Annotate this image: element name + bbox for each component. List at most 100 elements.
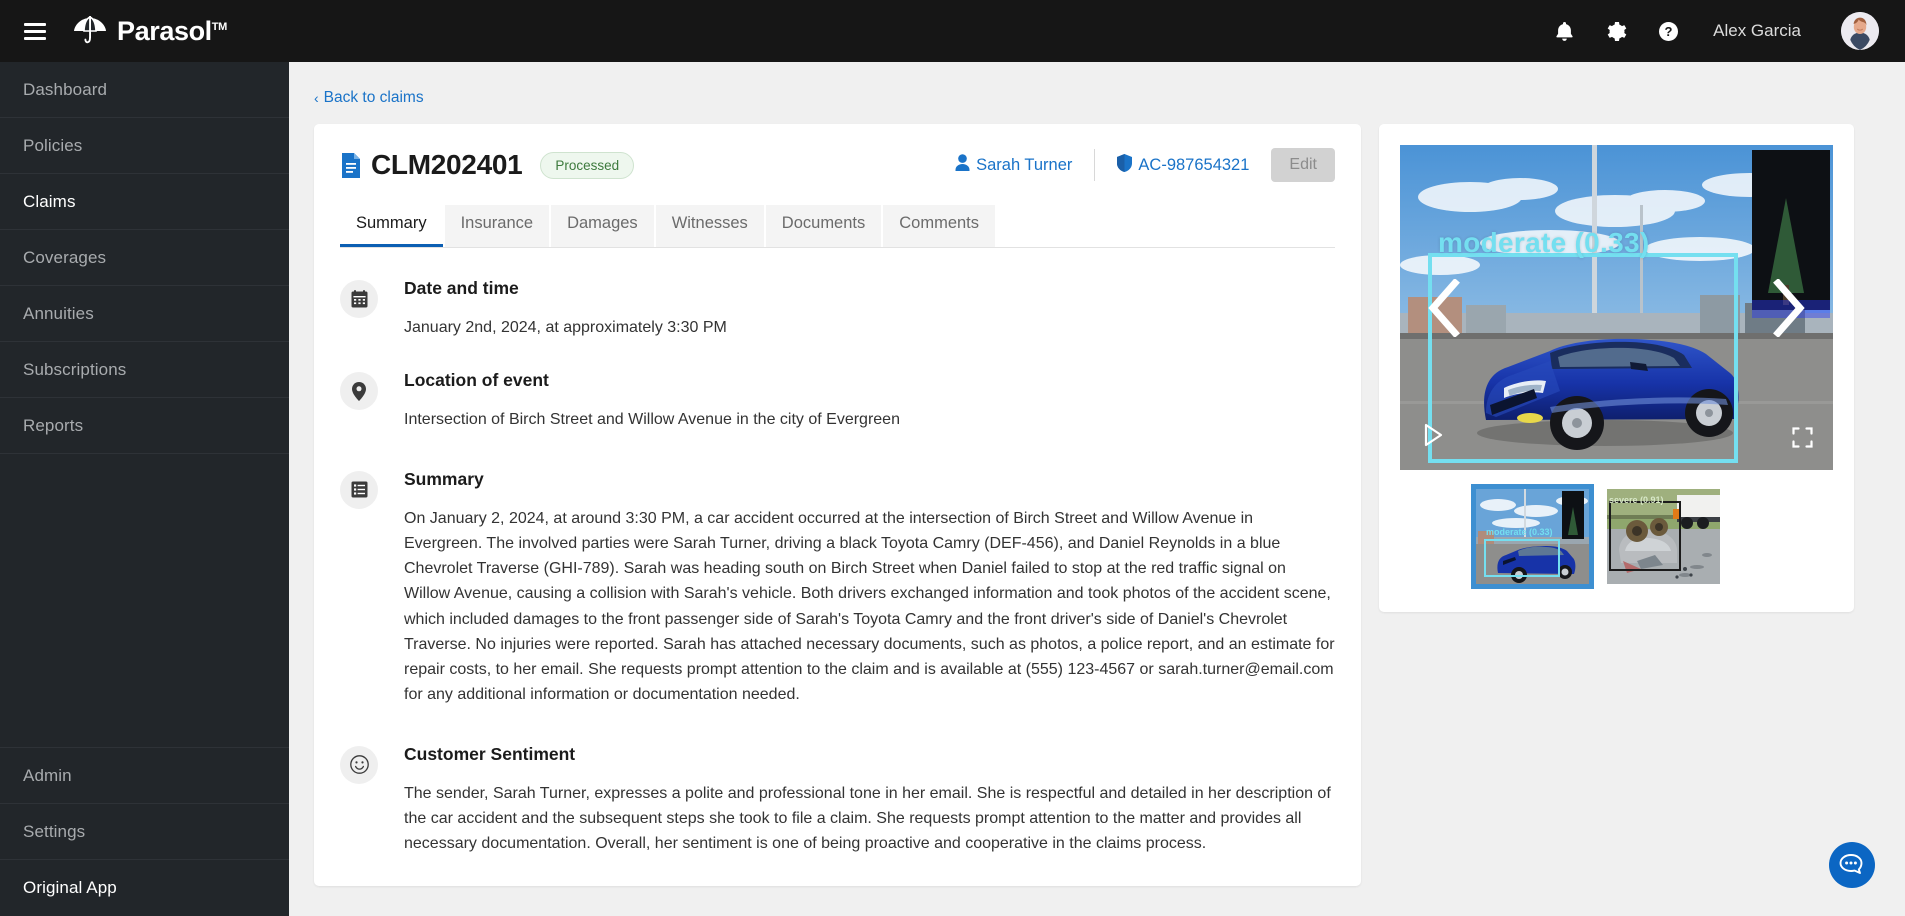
top-bar-actions: ? Alex Garcia <box>1553 12 1905 50</box>
policy-number: AC-987654321 <box>1138 155 1250 174</box>
content-row: CLM202401 Processed Sarah Turner AC-9876… <box>289 108 1905 887</box>
thumbnail-item[interactable]: severe (0.91) <box>1607 489 1720 584</box>
calendar-icon <box>340 280 378 318</box>
tab-damages[interactable]: Damages <box>551 205 654 247</box>
main-content: ‹ Back to claims CLM202401 Processed Sar… <box>289 62 1905 916</box>
image-viewer[interactable]: moderate (0.33) <box>1400 145 1833 470</box>
section-text: On January 2, 2024, at around 3:30 PM, a… <box>404 509 1335 704</box>
tab-summary[interactable]: Summary <box>340 205 443 247</box>
sidebar-item-label: Admin <box>23 765 72 785</box>
detection-bounding-box <box>1428 253 1738 463</box>
document-icon <box>340 152 362 179</box>
section-customer-sentiment: Customer Sentiment The sender, Sarah Tur… <box>340 744 1335 857</box>
question-circle-icon[interactable]: ? <box>1657 20 1679 42</box>
sidebar-item-settings[interactable]: Settings <box>0 804 289 860</box>
sidebar-item-label: Subscriptions <box>23 359 127 379</box>
sidebar-item-policies[interactable]: Policies <box>0 118 289 174</box>
map-pin-icon <box>340 372 378 411</box>
trademark-symbol: TM <box>211 20 227 33</box>
chevron-left-icon[interactable] <box>1422 277 1466 338</box>
thumbnail-item[interactable]: moderate (0.33) <box>1471 484 1594 589</box>
back-to-claims-link[interactable]: ‹ Back to claims <box>314 89 424 107</box>
header-divider <box>1094 149 1096 181</box>
section-title: Customer Sentiment <box>404 743 576 764</box>
thumbnail-bounding-box <box>1484 539 1560 577</box>
section-text: January 2nd, 2024, at approximately 3:30… <box>404 319 727 336</box>
edit-button[interactable]: Edit <box>1271 148 1335 182</box>
chevron-left-icon: ‹ <box>314 90 319 106</box>
sidebar-spacer <box>0 454 289 748</box>
list-icon <box>340 470 378 509</box>
back-link-label: Back to claims <box>323 89 424 106</box>
shield-icon <box>1117 153 1133 177</box>
section-text: The sender, Sarah Turner, expresses a po… <box>404 784 1331 853</box>
play-icon[interactable] <box>1424 423 1443 452</box>
sidebar-item-subscriptions[interactable]: Subscriptions <box>0 342 289 398</box>
section-location-of-event: Location of event Intersection of Birch … <box>340 370 1335 432</box>
bell-icon[interactable] <box>1553 20 1575 42</box>
sidebar-item-reports[interactable]: Reports <box>0 398 289 454</box>
section-title: Date and time <box>404 278 519 298</box>
brand-logo[interactable]: ParasolTM <box>72 14 227 48</box>
chevron-right-icon[interactable] <box>1767 277 1811 338</box>
claim-header: CLM202401 Processed Sarah Turner AC-9876… <box>340 148 1335 182</box>
brand-name: ParasolTM <box>117 15 227 46</box>
thumbnail-label: severe (0.91) <box>1609 495 1664 505</box>
body-container: Dashboard Policies Claims Coverages Annu… <box>0 62 1905 916</box>
section-title: Location of event <box>404 370 549 391</box>
gear-icon[interactable] <box>1605 20 1627 42</box>
tab-insurance[interactable]: Insurance <box>444 205 550 247</box>
thumbnail-strip: moderate (0.33) severe (0.91) <box>1400 484 1833 589</box>
claim-detail-card: CLM202401 Processed Sarah Turner AC-9876… <box>314 124 1361 887</box>
sidebar-item-label: Dashboard <box>23 79 108 99</box>
sidebar-item-annuities[interactable]: Annuities <box>0 286 289 342</box>
media-viewer-card: moderate (0.33) moderate (0.33) severe (… <box>1379 124 1854 612</box>
sidebar-secondary-items: Admin Settings Original App <box>0 748 289 916</box>
section-date-and-time: Date and time January 2nd, 2024, at appr… <box>340 278 1335 340</box>
section-body: Date and time January 2nd, 2024, at appr… <box>404 278 1335 340</box>
section-text: Intersection of Birch Street and Willow … <box>404 411 900 429</box>
claim-header-actions: Sarah Turner AC-987654321 Edit <box>955 148 1335 182</box>
claim-tabs: Summary Insurance Damages Witnesses Docu… <box>340 205 1335 248</box>
sidebar-item-admin[interactable]: Admin <box>0 748 289 804</box>
sidebar-item-claims[interactable]: Claims <box>0 174 289 230</box>
chat-bubble-icon[interactable] <box>1829 842 1875 888</box>
thumbnail-bounding-box <box>1609 501 1681 571</box>
section-summary: Summary On January 2, 2024, at around 3:… <box>340 469 1335 708</box>
hamburger-icon[interactable] <box>24 22 46 40</box>
top-navigation-bar: ParasolTM ? Alex Garcia <box>0 0 1905 62</box>
sidebar-item-label: Original App <box>23 878 117 897</box>
claimant-name: Sarah Turner <box>976 155 1073 174</box>
sidebar-item-label: Coverages <box>23 247 107 267</box>
smiley-icon <box>340 745 378 784</box>
sidebar-item-label: Annuities <box>23 303 94 323</box>
sidebar-navigation: Dashboard Policies Claims Coverages Annu… <box>0 62 289 916</box>
umbrella-icon <box>72 14 108 48</box>
section-title: Summary <box>404 468 484 489</box>
sidebar-item-label: Claims <box>23 191 76 211</box>
sidebar-item-label: Policies <box>23 135 83 155</box>
section-body: Summary On January 2, 2024, at around 3:… <box>404 469 1335 708</box>
tab-documents[interactable]: Documents <box>765 205 882 247</box>
sidebar-item-original-app[interactable]: Original App <box>0 860 289 916</box>
sidebar-primary-items: Dashboard Policies Claims Coverages Annu… <box>0 62 289 454</box>
thumbnail-label: moderate (0.33) <box>1486 527 1553 537</box>
policy-link[interactable]: AC-987654321 <box>1117 153 1250 177</box>
app-root: ParasolTM ? Alex Garcia Dashboard Polici… <box>0 0 1905 916</box>
svg-text:?: ? <box>1664 24 1672 39</box>
claim-id: CLM202401 <box>371 149 523 180</box>
avatar[interactable] <box>1841 12 1879 50</box>
sidebar-item-dashboard[interactable]: Dashboard <box>0 62 289 118</box>
person-icon <box>955 154 970 176</box>
sidebar-item-label: Settings <box>23 821 86 841</box>
tab-comments[interactable]: Comments <box>883 205 996 247</box>
fullscreen-icon[interactable] <box>1792 427 1813 453</box>
claimant-link[interactable]: Sarah Turner <box>955 154 1072 176</box>
user-name[interactable]: Alex Garcia <box>1713 21 1801 41</box>
sidebar-item-label: Reports <box>23 415 84 435</box>
detection-label: moderate (0.33) <box>1438 227 1650 258</box>
tab-witnesses[interactable]: Witnesses <box>655 205 764 247</box>
status-badge: Processed <box>540 151 635 179</box>
sidebar-item-coverages[interactable]: Coverages <box>0 230 289 286</box>
section-body: Location of event Intersection of Birch … <box>404 370 1335 432</box>
